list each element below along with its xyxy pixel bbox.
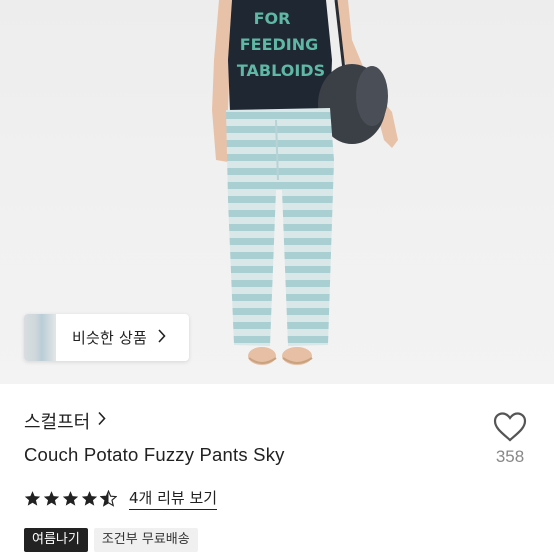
- chevron-right-icon: [97, 411, 106, 431]
- reviews-link[interactable]: 4개 리뷰 보기: [129, 487, 218, 510]
- star-icon: [62, 491, 79, 506]
- brand-name: 스컬프터: [24, 412, 91, 433]
- rating-row: 4개 리뷰 보기: [24, 487, 218, 510]
- product-image[interactable]: FOR FEEDING TABLOIDS 비슷한 상품: [0, 0, 554, 384]
- chevron-right-icon: [157, 328, 166, 347]
- similar-products-button[interactable]: 비슷한 상품: [24, 314, 189, 361]
- shirt-text-line: FOR: [254, 9, 291, 28]
- star-icon: [43, 491, 60, 506]
- tag-list: 여름나기 조건부 무료배송: [24, 528, 204, 552]
- shirt-text-line: TABLOIDS: [237, 61, 325, 80]
- tag-badge: 여름나기: [24, 528, 88, 552]
- star-icon: [24, 491, 41, 506]
- star-icon: [81, 491, 98, 506]
- product-title: Couch Potato Fuzzy Pants Sky: [24, 444, 285, 465]
- shirt-text-line: FEEDING: [240, 35, 319, 54]
- star-rating: [24, 490, 119, 507]
- heart-outline-icon: [493, 412, 527, 442]
- like-count: 358: [495, 447, 525, 466]
- tag-badge: 조건부 무료배송: [93, 528, 198, 552]
- brand-link[interactable]: 스컬프터: [24, 408, 106, 434]
- similar-product-thumbnail: [24, 314, 56, 361]
- like-button[interactable]: 358: [490, 411, 530, 467]
- half-star-icon: [100, 490, 117, 507]
- similar-products-label: 비슷한 상품: [72, 329, 147, 347]
